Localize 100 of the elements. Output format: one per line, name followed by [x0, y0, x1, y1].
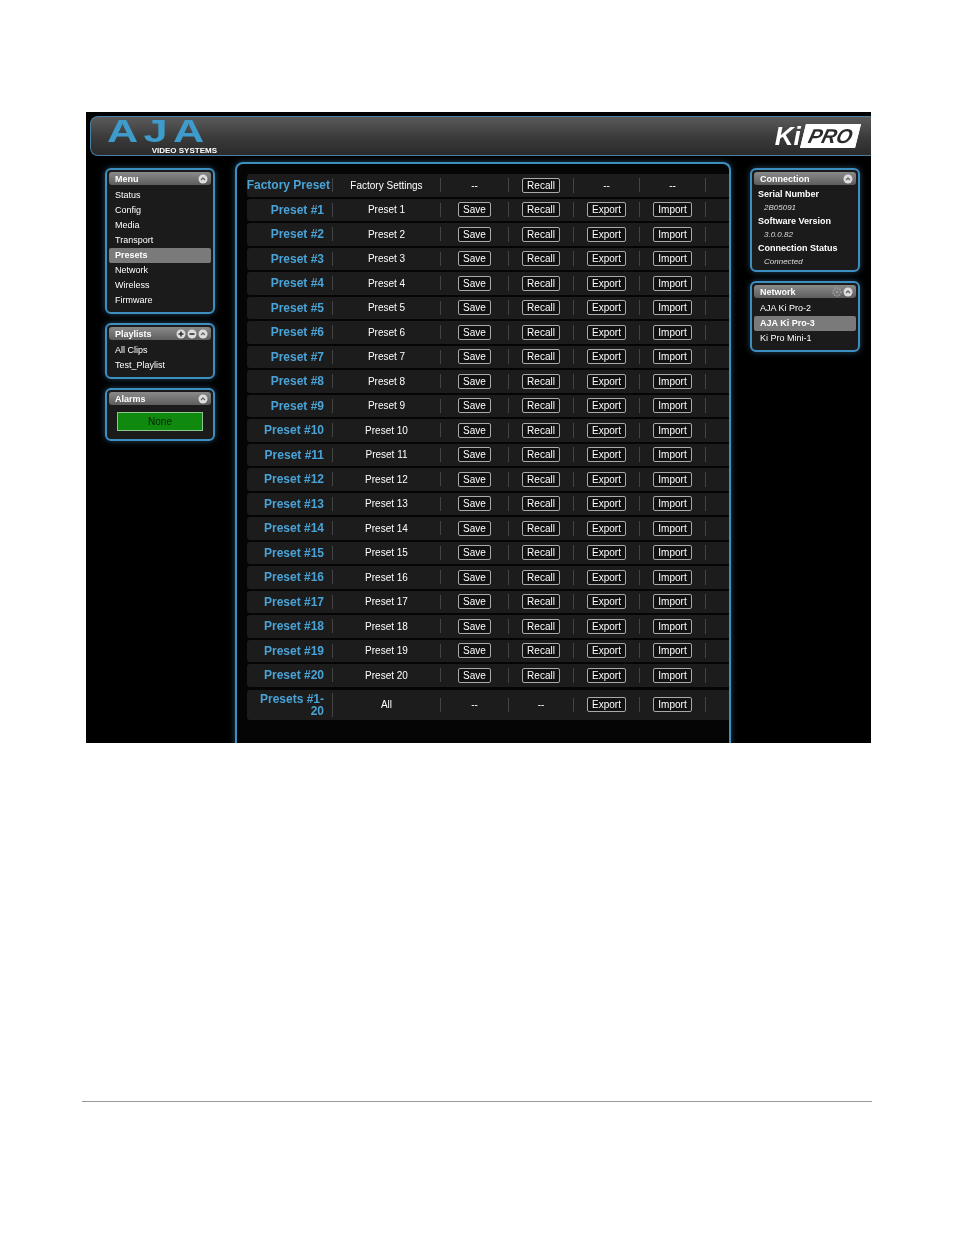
menu-item[interactable]: Status: [109, 188, 211, 203]
action-button[interactable]: Export: [587, 618, 626, 634]
menu-item[interactable]: Wireless: [109, 278, 211, 293]
action-button[interactable]: Import: [653, 300, 692, 316]
action-button[interactable]: Export: [587, 275, 626, 291]
action-button[interactable]: Save: [458, 324, 491, 340]
action-button[interactable]: Recall: [522, 496, 560, 512]
menu-item[interactable]: All Clips: [109, 343, 211, 358]
action-button[interactable]: Save: [458, 373, 491, 389]
action-button[interactable]: Import: [653, 422, 692, 438]
action-button[interactable]: Save: [458, 202, 491, 218]
action-button[interactable]: Recall: [522, 447, 560, 463]
action-button[interactable]: Import: [653, 275, 692, 291]
action-button[interactable]: Recall: [522, 618, 560, 634]
menu-item[interactable]: Config: [109, 203, 211, 218]
action-button[interactable]: Import: [653, 569, 692, 585]
action-button[interactable]: Export: [587, 569, 626, 585]
add-icon[interactable]: [176, 328, 186, 339]
action-button[interactable]: Save: [458, 349, 491, 365]
action-button[interactable]: Export: [587, 545, 626, 561]
action-button[interactable]: Save: [458, 594, 491, 610]
action-button[interactable]: Import: [653, 697, 692, 712]
action-button[interactable]: Import: [653, 520, 692, 536]
action-button[interactable]: Save: [458, 275, 491, 291]
action-button[interactable]: Save: [458, 422, 491, 438]
action-button[interactable]: Recall: [522, 300, 560, 316]
action-button[interactable]: Save: [458, 667, 491, 683]
action-button[interactable]: Recall: [522, 177, 560, 193]
action-button[interactable]: Export: [587, 667, 626, 683]
menu-item[interactable]: Firmware: [109, 293, 211, 308]
action-button[interactable]: Export: [587, 643, 626, 659]
action-button[interactable]: Export: [587, 471, 626, 487]
action-button[interactable]: Export: [587, 349, 626, 365]
menu-item[interactable]: Ki Pro Mini-1: [754, 331, 856, 346]
action-button[interactable]: Import: [653, 618, 692, 634]
collapse-icon[interactable]: [198, 393, 208, 404]
action-button[interactable]: Import: [653, 226, 692, 242]
action-button[interactable]: Save: [458, 471, 491, 487]
action-button[interactable]: Export: [587, 520, 626, 536]
action-button[interactable]: Export: [587, 373, 626, 389]
action-button[interactable]: Recall: [522, 667, 560, 683]
action-button[interactable]: Recall: [522, 349, 560, 365]
collapse-icon[interactable]: [198, 173, 208, 184]
action-button[interactable]: Recall: [522, 373, 560, 389]
action-button[interactable]: Recall: [522, 398, 560, 414]
action-button[interactable]: Save: [458, 520, 491, 536]
action-button[interactable]: Save: [458, 496, 491, 512]
action-button[interactable]: Export: [587, 202, 626, 218]
action-button[interactable]: Recall: [522, 226, 560, 242]
action-button[interactable]: Recall: [522, 594, 560, 610]
action-button[interactable]: Import: [653, 324, 692, 340]
action-button[interactable]: Export: [587, 251, 626, 267]
menu-item[interactable]: Test_Playlist: [109, 358, 211, 373]
action-button[interactable]: Recall: [522, 251, 560, 267]
action-button[interactable]: Recall: [522, 569, 560, 585]
action-button[interactable]: Export: [587, 447, 626, 463]
remove-icon[interactable]: [187, 328, 197, 339]
action-button[interactable]: Recall: [522, 324, 560, 340]
menu-item[interactable]: Media: [109, 218, 211, 233]
action-button[interactable]: Export: [587, 226, 626, 242]
action-button[interactable]: Import: [653, 545, 692, 561]
collapse-icon[interactable]: [198, 328, 208, 339]
action-button[interactable]: Save: [458, 545, 491, 561]
action-button[interactable]: Export: [587, 697, 626, 712]
action-button[interactable]: Export: [587, 324, 626, 340]
action-button[interactable]: Import: [653, 398, 692, 414]
action-button[interactable]: Import: [653, 471, 692, 487]
action-button[interactable]: Recall: [522, 422, 560, 438]
action-button[interactable]: Save: [458, 300, 491, 316]
menu-item[interactable]: Network: [109, 263, 211, 278]
action-button[interactable]: Recall: [522, 520, 560, 536]
action-button[interactable]: Export: [587, 398, 626, 414]
action-button[interactable]: Recall: [522, 545, 560, 561]
action-button[interactable]: Save: [458, 398, 491, 414]
menu-item[interactable]: Presets: [109, 248, 211, 263]
menu-item[interactable]: Transport: [109, 233, 211, 248]
action-button[interactable]: Import: [653, 447, 692, 463]
action-button[interactable]: Save: [458, 618, 491, 634]
action-button[interactable]: Export: [587, 496, 626, 512]
action-button[interactable]: Recall: [522, 202, 560, 218]
menu-item[interactable]: AJA Ki Pro-2: [754, 301, 856, 316]
menu-item[interactable]: AJA Ki Pro-3: [754, 316, 856, 331]
action-button[interactable]: Import: [653, 202, 692, 218]
action-button[interactable]: Save: [458, 643, 491, 659]
action-button[interactable]: Import: [653, 373, 692, 389]
action-button[interactable]: Recall: [522, 471, 560, 487]
action-button[interactable]: Import: [653, 643, 692, 659]
collapse-icon[interactable]: [843, 173, 853, 184]
action-button[interactable]: Recall: [522, 275, 560, 291]
action-button[interactable]: Export: [587, 300, 626, 316]
action-button[interactable]: Import: [653, 251, 692, 267]
action-button[interactable]: Save: [458, 569, 491, 585]
action-button[interactable]: Import: [653, 667, 692, 683]
action-button[interactable]: Recall: [522, 643, 560, 659]
action-button[interactable]: Save: [458, 447, 491, 463]
action-button[interactable]: Export: [587, 422, 626, 438]
action-button[interactable]: Save: [458, 251, 491, 267]
collapse-icon[interactable]: [843, 286, 853, 297]
action-button[interactable]: Import: [653, 594, 692, 610]
action-button[interactable]: Import: [653, 496, 692, 512]
